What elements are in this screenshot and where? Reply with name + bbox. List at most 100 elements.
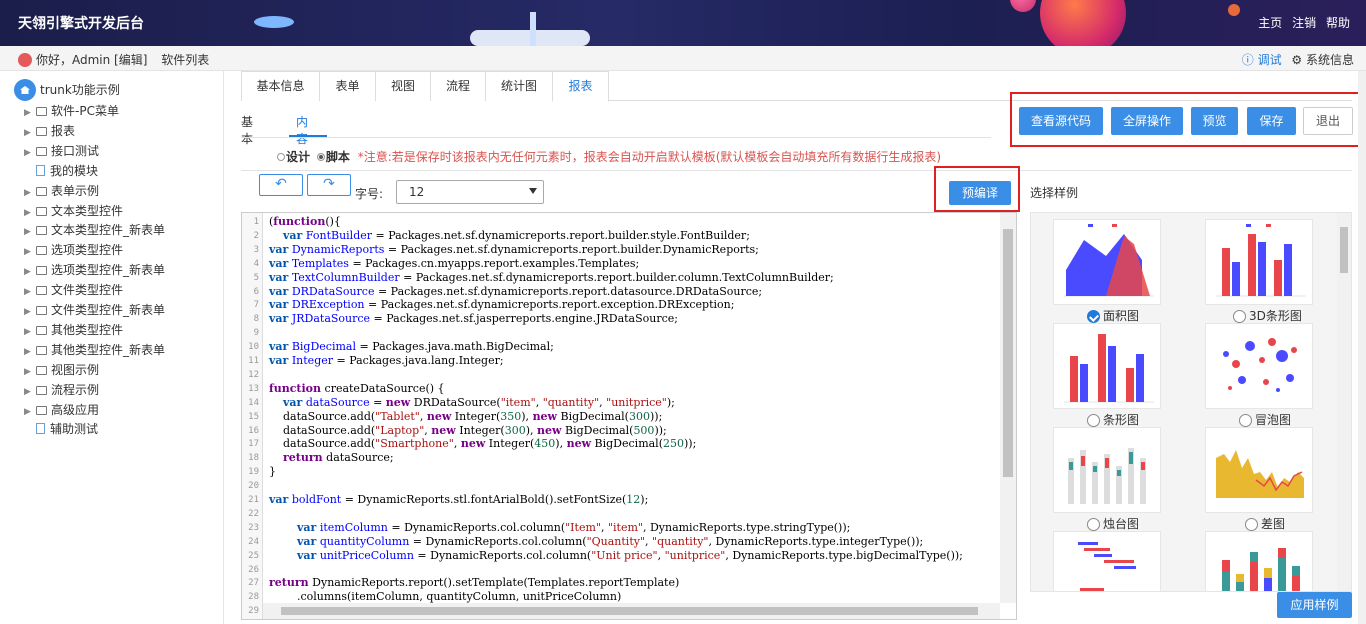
chevron-right-icon[interactable]: ▶ xyxy=(24,307,32,317)
scroll-thumb[interactable] xyxy=(1003,229,1013,477)
sidebar-item[interactable]: ▶ 报表 xyxy=(24,122,75,139)
chevron-right-icon[interactable]: ▶ xyxy=(24,108,32,118)
subtab-content[interactable]: 内容 xyxy=(296,113,308,147)
code-line[interactable]: return dataSource; xyxy=(269,451,394,464)
save-button[interactable]: 保存 xyxy=(1247,107,1296,135)
chevron-right-icon[interactable]: ▶ xyxy=(24,287,32,297)
redo-button[interactable]: ↷ xyxy=(307,174,351,196)
sidebar-item[interactable]: ▶ 文件类型控件_新表单 xyxy=(24,301,165,318)
fullscreen-button[interactable]: 全屏操作 xyxy=(1111,107,1183,135)
undo-button[interactable]: ↶ xyxy=(259,174,303,196)
script-radio[interactable] xyxy=(316,153,325,161)
code-line[interactable]: function createDataSource() { xyxy=(269,382,445,395)
chevron-right-icon[interactable]: ▶ xyxy=(24,387,32,397)
sidebar-item[interactable]: ▶ 选项类型控件_新表单 xyxy=(24,261,165,278)
code-line[interactable]: var JRDataSource = Packages.net.sf.jaspe… xyxy=(269,312,678,325)
vertical-scrollbar[interactable] xyxy=(1000,213,1016,603)
chevron-right-icon[interactable]: ▶ xyxy=(24,327,32,337)
system-info-link[interactable]: ⚙ 系统信息 xyxy=(1291,53,1354,67)
code-line[interactable]: var unitPriceColumn = DynamicReports.col… xyxy=(269,549,963,562)
code-line[interactable]: return DynamicReports.report().setTempla… xyxy=(269,576,679,589)
help-link[interactable]: 帮助 xyxy=(1326,16,1350,30)
chevron-right-icon[interactable]: ▶ xyxy=(24,208,32,218)
view-source-button[interactable]: 查看源代码 xyxy=(1019,107,1103,135)
chevron-right-icon[interactable]: ▶ xyxy=(24,247,32,257)
scroll-thumb[interactable] xyxy=(1340,227,1348,273)
code-line[interactable]: dataSource.add("Laptop", new Integer(300… xyxy=(269,424,667,437)
code-line[interactable]: var DRException = Packages.net.sf.dynami… xyxy=(269,298,734,311)
home-link[interactable]: 主页 xyxy=(1258,16,1282,30)
sample-thumb-area[interactable] xyxy=(1053,219,1161,305)
sidebar-item[interactable]: ▶ 文件类型控件 xyxy=(24,281,123,298)
sidebar-item[interactable]: ▶ 表单示例 xyxy=(24,182,99,199)
tab-basic-info[interactable]: 基本信息 xyxy=(241,71,320,101)
sample-thumb-gantt[interactable] xyxy=(1053,531,1161,591)
code-line[interactable]: (function(){ xyxy=(269,215,341,228)
sample-thumb-bubble[interactable] xyxy=(1205,323,1313,409)
code-line[interactable]: var Integer = Packages.java.lang.Integer… xyxy=(269,354,504,367)
chevron-right-icon[interactable]: ▶ xyxy=(24,407,32,417)
sample-thumb-bar[interactable] xyxy=(1053,323,1161,409)
chevron-right-icon[interactable]: ▶ xyxy=(24,227,32,237)
script-label[interactable]: 脚本 xyxy=(326,150,350,164)
sidebar-item[interactable]: ▶ 流程示例 xyxy=(24,381,99,398)
sidebar-item[interactable]: ▶ 其他类型控件 xyxy=(24,321,123,338)
sample-thumb-3d-bar[interactable] xyxy=(1205,219,1313,305)
design-label[interactable]: 设计 xyxy=(286,150,310,164)
software-list-link[interactable]: 软件列表 xyxy=(161,53,209,67)
sample-option-difference[interactable]: 差图 xyxy=(1245,515,1285,532)
sample-thumb-difference[interactable] xyxy=(1205,427,1313,513)
code-line[interactable]: dataSource.add("Smartphone", new Integer… xyxy=(269,437,696,450)
tab-flow[interactable]: 流程 xyxy=(430,71,486,101)
code-line[interactable]: var itemColumn = DynamicReports.col.colu… xyxy=(269,521,850,534)
sample-thumb-candlestick[interactable] xyxy=(1053,427,1161,513)
sidebar-item[interactable]: ▶ 接口测试 xyxy=(24,142,99,159)
code-line[interactable]: var TextColumnBuilder = Packages.net.sf.… xyxy=(269,271,834,284)
tab-view[interactable]: 视图 xyxy=(375,71,431,101)
code-line[interactable]: var DRDataSource = Packages.net.sf.dynam… xyxy=(269,285,762,298)
chevron-right-icon[interactable]: ▶ xyxy=(24,347,32,357)
sidebar-item[interactable]: ▶ 软件-PC菜单 xyxy=(24,102,119,119)
sample-thumb-stacked-bar[interactable] xyxy=(1205,531,1313,591)
sidebar-item[interactable]: 辅助测试 xyxy=(24,420,98,437)
sample-option-3d-bar[interactable]: 3D条形图 xyxy=(1233,307,1302,324)
sidebar-item[interactable]: ▶ 文本类型控件 xyxy=(24,202,123,219)
exit-button[interactable]: 退出 xyxy=(1303,107,1353,135)
chevron-right-icon[interactable]: ▶ xyxy=(24,188,32,198)
code-line[interactable]: .columns(itemColumn, quantityColumn, uni… xyxy=(269,590,621,603)
sidebar-item[interactable]: ▶ 视图示例 xyxy=(24,361,99,378)
code-line[interactable]: var Templates = Packages.cn.myapps.repor… xyxy=(269,257,639,270)
precompile-button[interactable]: 预编译 xyxy=(949,181,1011,205)
scroll-thumb[interactable] xyxy=(281,607,978,615)
code-editor[interactable]: 1 2 3 4 5 6 7 8 9 10 11 12 13 14 15 16 17 18 19 20 21 22 23 24 2… xyxy=(241,212,1017,620)
sidebar-item[interactable]: ▶ 其他类型控件_新表单 xyxy=(24,341,165,358)
code-line[interactable]: dataSource.add("Tablet", new Integer(350… xyxy=(269,410,662,423)
debug-link[interactable]: ⓘ 调试 xyxy=(1242,53,1282,67)
tree-root[interactable]: trunk功能示例 xyxy=(14,79,120,101)
sample-option-bar[interactable]: 条形图 xyxy=(1087,411,1139,428)
code-line[interactable]: var BigDecimal = Packages.java.math.BigD… xyxy=(269,340,554,353)
chevron-right-icon[interactable]: ▶ xyxy=(24,367,32,377)
chevron-right-icon[interactable]: ▶ xyxy=(24,267,32,277)
subtab-basic[interactable]: 基本 xyxy=(241,113,253,147)
horizontal-scrollbar[interactable] xyxy=(263,603,1000,619)
apply-sample-button[interactable]: 应用样例 xyxy=(1277,592,1352,618)
font-size-select[interactable]: 12 xyxy=(396,180,544,204)
chevron-right-icon[interactable]: ▶ xyxy=(24,148,32,158)
code-line[interactable]: } xyxy=(269,465,276,478)
design-radio[interactable] xyxy=(277,153,285,161)
sample-option-bubble[interactable]: 冒泡图 xyxy=(1239,411,1291,428)
sample-option-area[interactable]: 面积图 xyxy=(1087,307,1139,324)
code-line[interactable]: var boldFont = DynamicReports.stl.fontAr… xyxy=(269,493,648,506)
sample-option-candlestick[interactable]: 烛台图 xyxy=(1087,515,1139,532)
sidebar-item[interactable]: ▶ 文本类型控件_新表单 xyxy=(24,221,165,238)
tab-report[interactable]: 报表 xyxy=(552,71,609,102)
code-line[interactable]: var dataSource = new DRDataSource("item"… xyxy=(269,396,675,409)
page-scrollbar[interactable] xyxy=(1358,71,1366,624)
sidebar-item[interactable]: 我的模块 xyxy=(24,162,98,179)
chevron-right-icon[interactable]: ▶ xyxy=(24,128,32,138)
sidebar-item[interactable]: ▶ 选项类型控件 xyxy=(24,241,123,258)
gallery-scrollbar[interactable] xyxy=(1337,213,1351,591)
code-line[interactable]: var FontBuilder = Packages.net.sf.dynami… xyxy=(269,229,750,242)
tab-statistics[interactable]: 统计图 xyxy=(485,71,553,101)
